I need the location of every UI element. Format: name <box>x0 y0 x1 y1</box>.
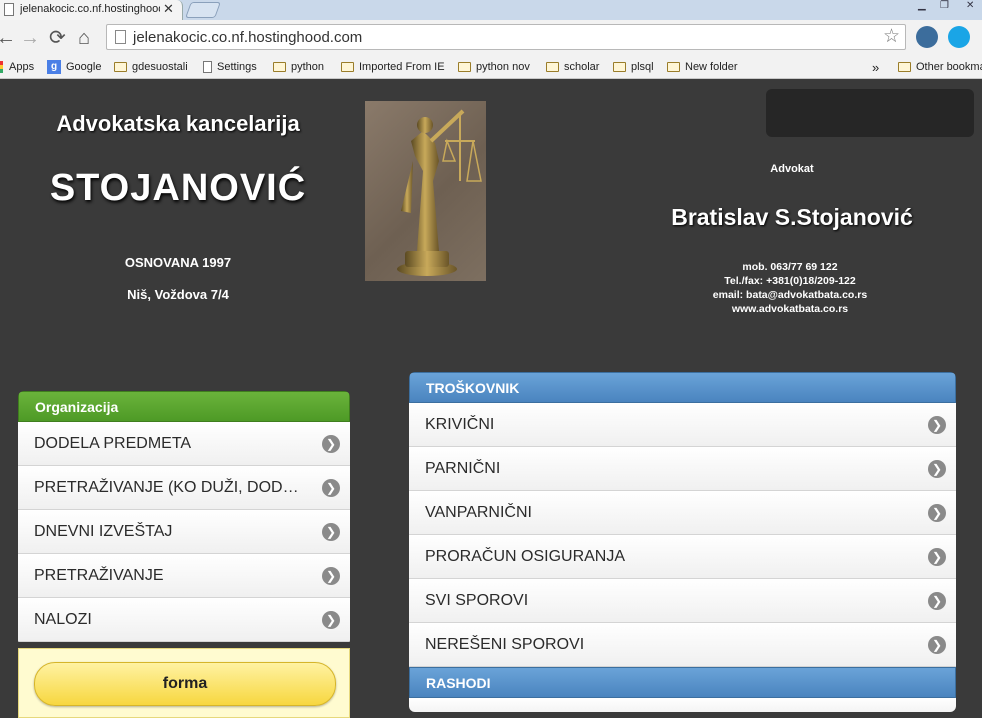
bookmark-imported-from-ie[interactable]: Imported From IE <box>341 59 445 75</box>
folder-icon <box>667 62 680 72</box>
page-favicon-icon <box>4 3 14 16</box>
bookmark-scholar[interactable]: scholar <box>546 59 599 75</box>
page-icon <box>203 61 212 73</box>
chevron-right-icon: ❯ <box>928 504 946 522</box>
chevron-right-icon: ❯ <box>322 611 340 629</box>
chevron-right-icon: ❯ <box>322 567 340 585</box>
organizacija-panel: Organizacija DODELA PREDMETA ❯ PRETRAŽIVA… <box>18 391 350 646</box>
home-icon[interactable]: ⌂ <box>78 26 90 50</box>
folder-icon <box>458 62 471 72</box>
contact-telfax: Tel./fax: +381(0)18/209-122 <box>724 275 856 287</box>
org-item-dodela-predmeta[interactable]: DODELA PREDMETA ❯ <box>18 422 350 466</box>
org-item-pretrazivanje-ko-duzi[interactable]: PRETRAŽIVANJE (KO DUŽI, DODELI... ❯ <box>18 466 350 510</box>
bookmark-other-bookmarks[interactable]: Other bookmarks <box>898 59 982 75</box>
address-bar[interactable]: jelenakocic.co.nf.hostinghood.com ☆ <box>106 24 906 50</box>
google-icon: g <box>47 60 61 74</box>
firm-name: STOJANOVIĆ <box>49 167 307 209</box>
tros-item-krivicni[interactable]: KRIVIČNI ❯ <box>409 403 956 447</box>
restore-icon[interactable]: ❐ <box>940 0 949 11</box>
firm-address: Niš, Voždova 7/4 <box>127 287 229 302</box>
apps-icon <box>0 61 3 73</box>
rashodi-header: RASHODI <box>409 667 956 698</box>
advocate-label: Advokat <box>770 163 814 175</box>
bookmark-google[interactable]: g Google <box>47 59 101 75</box>
reload-icon[interactable]: ⟳ <box>49 26 66 50</box>
chevron-right-icon: ❯ <box>322 479 340 497</box>
bookmark-star-icon[interactable]: ☆ <box>883 25 900 48</box>
folder-icon <box>546 62 559 72</box>
folder-icon <box>114 62 127 72</box>
folder-icon <box>273 62 286 72</box>
new-tab-button[interactable] <box>185 2 221 18</box>
chevron-right-icon: ❯ <box>928 592 946 610</box>
advocate-name: Bratislav S.Stojanović <box>671 204 913 230</box>
org-item-dnevni-izvestaj[interactable]: DNEVNI IZVEŠTAJ ❯ <box>18 510 350 554</box>
browser-toolbar: ← → ⟳ ⌂ jelenakocic.co.nf.hostinghood.co… <box>0 20 982 56</box>
org-item-pretrazivanje[interactable]: PRETRAŽIVANJE ❯ <box>18 554 350 598</box>
header-dark-box <box>766 89 974 137</box>
tros-item-svi-sporovi[interactable]: SVI SPOROVI ❯ <box>409 579 956 623</box>
bookmark-new-folder[interactable]: New folder <box>667 59 738 75</box>
form-container: forma <box>18 648 350 718</box>
chevron-right-icon: ❯ <box>928 416 946 434</box>
bookmark-plsql[interactable]: plsql <box>613 59 654 75</box>
folder-icon <box>613 62 626 72</box>
bookmark-apps[interactable]: Apps <box>0 59 34 75</box>
window-close-icon[interactable]: ✕ <box>966 0 974 11</box>
justice-statue-image <box>365 101 486 281</box>
tros-item-vanparnicni[interactable]: VANPARNIČNI ❯ <box>409 491 956 535</box>
contact-website[interactable]: www.advokatbata.co.rs <box>690 303 890 315</box>
close-tab-icon[interactable]: ✕ <box>163 1 174 17</box>
organizacija-header: Organizacija <box>18 391 350 422</box>
org-item-nalozi[interactable]: NALOZI ❯ <box>18 598 350 642</box>
tab-strip: jelenakocic.co.nf.hostinghood ✕ ▁ ❐ ✕ <box>0 0 982 20</box>
bookmarks-bar: Apps g Google gdesuostali Settings python… <box>0 56 982 79</box>
extension-icon[interactable] <box>916 26 938 48</box>
minimize-icon[interactable]: ▁ <box>918 0 926 11</box>
bookmarks-overflow-button[interactable]: » <box>872 59 879 75</box>
bookmark-settings[interactable]: Settings <box>203 59 257 75</box>
tros-item-nereseni-sporovi[interactable]: NEREŠENI SPOROVI ❯ <box>409 623 956 667</box>
rashodi-item[interactable] <box>409 698 956 712</box>
bookmark-python[interactable]: python <box>273 59 324 75</box>
browser-tab[interactable]: jelenakocic.co.nf.hostinghood ✕ <box>0 0 183 20</box>
troskovnik-panel: TROŠKOVNIK KRIVIČNI ❯ PARNIČNI ❯ VANPARNIČ… <box>409 372 956 712</box>
forma-button[interactable]: forma <box>34 662 336 706</box>
page-content: Advokatska kancelarija STOJANOVIĆ OSNOVA… <box>0 79 982 718</box>
skype-icon[interactable] <box>948 26 970 48</box>
chevron-right-icon: ❯ <box>928 636 946 654</box>
contact-mobile: mob. 063/77 69 122 <box>742 261 838 273</box>
folder-icon <box>341 62 354 72</box>
url-text[interactable]: jelenakocic.co.nf.hostinghood.com <box>133 29 362 46</box>
folder-icon <box>898 62 911 72</box>
chevron-right-icon: ❯ <box>928 548 946 566</box>
forward-icon[interactable]: → <box>20 26 40 50</box>
contact-email: email: bata@advokatbata.co.rs <box>712 289 868 301</box>
tab-title: jelenakocic.co.nf.hostinghood <box>20 3 160 15</box>
firm-title: Advokatska kancelarija <box>56 111 300 136</box>
chevron-right-icon: ❯ <box>322 435 340 453</box>
back-icon[interactable]: ← <box>0 26 16 50</box>
tros-item-parnicni[interactable]: PARNIČNI ❯ <box>409 447 956 491</box>
chevron-right-icon: ❯ <box>928 460 946 478</box>
bookmark-gdesuostali[interactable]: gdesuostali <box>114 59 188 75</box>
firm-founded: OSNOVANA 1997 <box>124 255 232 270</box>
tros-item-proracun-osiguranja[interactable]: PRORAČUN OSIGURANJA ❯ <box>409 535 956 579</box>
bookmark-python-nov[interactable]: python nov <box>458 59 530 75</box>
chevron-right-icon: ❯ <box>322 523 340 541</box>
troskovnik-header: TROŠKOVNIK <box>409 372 956 403</box>
page-icon <box>115 30 126 44</box>
